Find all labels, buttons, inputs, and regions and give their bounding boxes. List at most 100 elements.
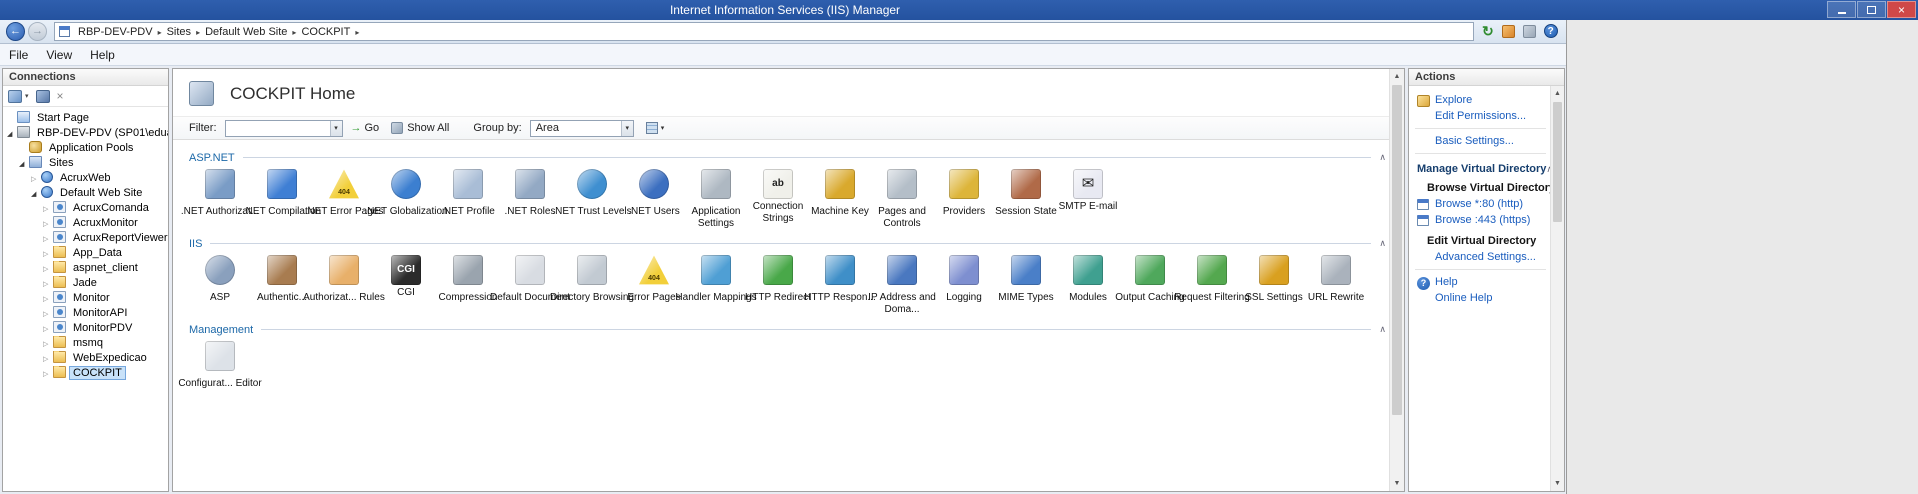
main-scrollbar[interactable]: ▲ ▼ xyxy=(1389,69,1404,491)
tree-expander-icon[interactable]: ▷ xyxy=(43,232,53,246)
tree-item-acruxreportviewer[interactable]: ▷AcruxReportViewer xyxy=(3,231,168,246)
tree-item-monitorapi[interactable]: ▷MonitorAPI xyxy=(3,306,168,321)
action-browse-443-https[interactable]: Browse :443 (https) xyxy=(1413,212,1548,228)
tree-expander-icon[interactable]: ▷ xyxy=(31,172,41,186)
action-basic-settings[interactable]: Basic Settings... xyxy=(1413,133,1548,149)
maximize-button[interactable] xyxy=(1857,1,1886,18)
feature-sections: ASP.NET∧.NET Authorizat....NET Compilati… xyxy=(173,140,1404,402)
desktop-area xyxy=(1566,20,1918,494)
close-button[interactable]: × xyxy=(1887,1,1916,18)
scroll-up-icon[interactable]: ▲ xyxy=(1551,86,1564,101)
tree-item-webexpedicao[interactable]: ▷WebExpedicao xyxy=(3,351,168,366)
save-connections-icon[interactable] xyxy=(36,90,50,103)
filter-input[interactable]: ▾ xyxy=(225,120,343,137)
tree-expander-icon[interactable]: ▷ xyxy=(43,262,53,276)
tree-item-app-data[interactable]: ▷ App_Data xyxy=(3,246,168,261)
tree-item-acruxmonitor[interactable]: ▷ AcruxMonitor xyxy=(3,216,168,231)
machine-key-icon xyxy=(825,169,855,199)
collapse-icon[interactable]: ∧ xyxy=(1379,324,1386,335)
tree-item-monitorpdv[interactable]: ▷MonitorPDV xyxy=(3,321,168,336)
action-online-help[interactable]: Online Help xyxy=(1413,290,1548,306)
stop-icon[interactable] xyxy=(1502,25,1515,38)
tree-expander-icon[interactable]: ◢ xyxy=(19,157,29,171)
tree-expander-icon[interactable]: ▷ xyxy=(43,247,53,261)
scroll-down-icon[interactable]: ▼ xyxy=(1390,476,1404,491)
layers-icon[interactable] xyxy=(1523,25,1536,38)
group-by-select[interactable]: Area▾ xyxy=(530,120,634,137)
breadcrumb-item-default-web-site[interactable]: Default Web Site xyxy=(202,26,290,38)
view-mode-button[interactable]: ▾ xyxy=(646,122,665,134)
action-browse-80-http[interactable]: Browse *:80 (http) xyxy=(1413,196,1548,212)
tree-item-acruxweb[interactable]: ▷AcruxWeb xyxy=(3,171,168,186)
menu-help[interactable]: Help xyxy=(81,45,124,65)
tree-expander-icon[interactable]: ▷ xyxy=(43,322,53,336)
tree-expander-icon[interactable]: ▷ xyxy=(43,277,53,291)
refresh-icon[interactable]: ↻ xyxy=(1482,24,1494,38)
tree-expander-icon[interactable]: ▷ xyxy=(43,367,53,381)
collapse-icon[interactable]: ∧ xyxy=(1379,238,1386,249)
breadcrumb-item-rbp-dev-pdv[interactable]: RBP-DEV-PDV xyxy=(75,26,156,38)
breadcrumb-item-cockpit[interactable]: COCKPIT xyxy=(298,26,353,38)
action-help[interactable]: ?Help xyxy=(1413,274,1548,290)
tree-item-default-web-site[interactable]: ◢Default Web Site xyxy=(3,186,168,201)
tree-expander-icon[interactable]: ◢ xyxy=(31,187,41,201)
tree-expander-icon[interactable]: ▷ xyxy=(43,337,53,351)
scroll-down-icon[interactable]: ▼ xyxy=(1551,476,1564,491)
filter-dropdown-icon[interactable]: ▾ xyxy=(330,121,342,136)
breadcrumb-separator-icon[interactable]: ▸ xyxy=(353,28,361,37)
net-users-icon xyxy=(639,169,669,199)
tree-item-cockpit[interactable]: ▷COCKPIT xyxy=(3,366,168,381)
actions-scrollbar[interactable]: ▲ ▼ xyxy=(1550,86,1564,491)
tree-item-acruxcomanda[interactable]: ▷AcruxComanda xyxy=(3,201,168,216)
back-button[interactable]: ← xyxy=(6,22,25,41)
minimize-button[interactable] xyxy=(1827,1,1856,18)
breadcrumb[interactable]: RBP-DEV-PDV▸Sites▸Default Web Site▸COCKP… xyxy=(54,22,1474,41)
tree-expander-icon[interactable]: ▷ xyxy=(43,217,53,231)
tree-item-aspnet-client[interactable]: ▷aspnet_client xyxy=(3,261,168,276)
section-header-iis: IIS∧ xyxy=(189,235,1388,252)
tree-expander-icon[interactable]: ◢ xyxy=(7,127,17,141)
directory-browsing-icon xyxy=(577,255,607,285)
tree-item-application-pools[interactable]: Application Pools xyxy=(3,141,168,156)
breadcrumb-item-sites[interactable]: Sites xyxy=(164,26,194,38)
feature-smtp-email[interactable]: ✉SMTP E-mail xyxy=(1057,169,1119,230)
tree-item-rbp-dev-pdv-sp01-eduardo[interactable]: ◢RBP-DEV-PDV (SP01\eduardo xyxy=(3,126,168,141)
connection-dropdown-icon[interactable]: ▾ xyxy=(25,92,29,100)
tree-item-monitor[interactable]: ▷Monitor xyxy=(3,291,168,306)
tree-expander-icon[interactable]: ▷ xyxy=(43,292,53,306)
tree-item-label: AcruxMonitor xyxy=(70,217,141,229)
tree-expander-icon[interactable]: ▷ xyxy=(43,307,53,321)
forward-button[interactable]: → xyxy=(28,22,47,41)
scroll-up-icon[interactable]: ▲ xyxy=(1390,69,1404,84)
browse-icon xyxy=(1417,215,1429,226)
collapse-icon[interactable]: ∧ xyxy=(1379,152,1386,163)
action-advanced-settings[interactable]: Advanced Settings... xyxy=(1413,249,1548,265)
feature-configuration-editor[interactable]: Configurat... Editor xyxy=(189,341,251,402)
tree-item-sites[interactable]: ◢Sites xyxy=(3,156,168,171)
menu-file[interactable]: File xyxy=(0,45,37,65)
tree-item-label: Start Page xyxy=(34,112,92,124)
delete-connection-icon[interactable]: × xyxy=(57,90,64,103)
menu-view[interactable]: View xyxy=(37,45,81,65)
tree-item-jade[interactable]: ▷Jade xyxy=(3,276,168,291)
feature-url-rewrite[interactable]: URL Rewrite xyxy=(1305,255,1367,316)
scrollbar-thumb[interactable] xyxy=(1553,102,1562,222)
show-all-button[interactable]: Show All xyxy=(391,122,449,134)
tree-item-msmq[interactable]: ▷msmq xyxy=(3,336,168,351)
action-label: Advanced Settings... xyxy=(1435,251,1536,263)
tree-expander-icon[interactable]: ▷ xyxy=(43,202,53,216)
action-edit-permissions[interactable]: Edit Permissions... xyxy=(1413,108,1548,124)
net-profile-icon xyxy=(453,169,483,199)
go-button[interactable]: →Go xyxy=(351,122,380,134)
action-explore[interactable]: Explore xyxy=(1413,92,1548,108)
breadcrumb-separator-icon[interactable]: ▸ xyxy=(194,28,202,37)
create-connection-icon[interactable] xyxy=(8,90,22,103)
tree-item-start-page[interactable]: Start Page xyxy=(3,111,168,126)
tree-item-label: App_Data xyxy=(70,247,125,259)
help-icon[interactable]: ? xyxy=(1544,24,1558,38)
actions-group-manage-virtual-directory[interactable]: Manage Virtual Directory∧ xyxy=(1417,163,1546,175)
group-by-dropdown-icon[interactable]: ▾ xyxy=(621,121,633,136)
breadcrumb-separator-icon[interactable]: ▸ xyxy=(156,28,164,37)
tree-expander-icon[interactable]: ▷ xyxy=(43,352,53,366)
scrollbar-thumb[interactable] xyxy=(1392,85,1402,415)
